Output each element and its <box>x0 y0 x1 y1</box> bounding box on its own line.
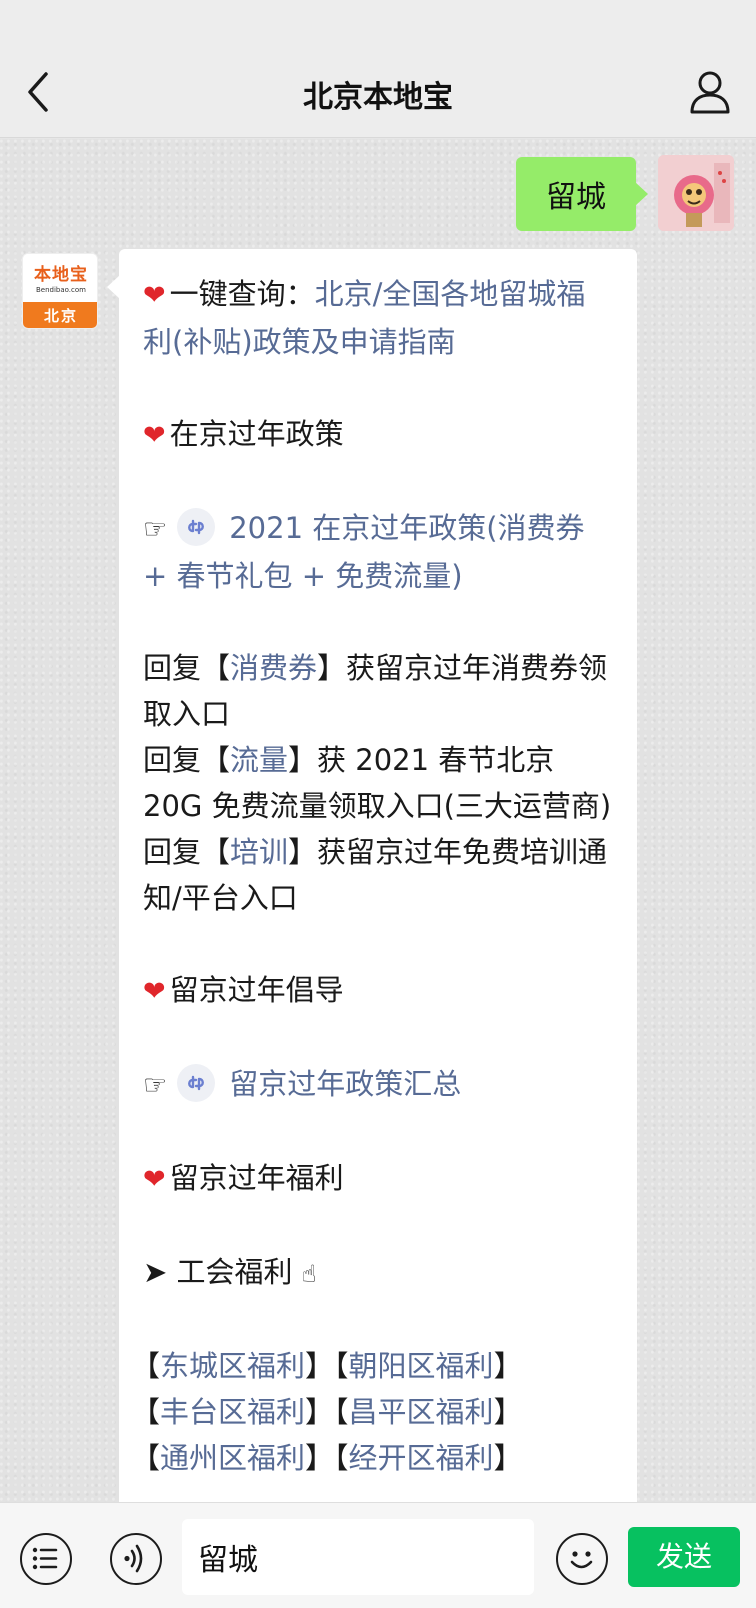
send-button[interactable]: 发送 <box>628 1527 740 1587</box>
message-line: ❤ 留京过年倡导 <box>143 967 613 1015</box>
link-district-welfare[interactable]: 通州区福利 <box>160 1441 305 1475</box>
message-line: ❤ 留京过年福利 <box>143 1155 613 1203</box>
chat-area[interactable]: 留城 本地宝 Bendibao.com 北京 ❤ 一键查询：北京/全国各地留城福利… <box>0 139 756 1502</box>
list-menu-icon <box>32 1547 58 1570</box>
keyword-data[interactable]: 流量 <box>230 743 288 777</box>
keyword-coupon[interactable]: 消费券 <box>230 651 317 685</box>
message-line: ❤ 在京过年政策 <box>143 411 613 459</box>
link-district-welfare[interactable]: 经开区福利 <box>349 1441 494 1475</box>
link-district-welfare[interactable]: 昌平区福利 <box>349 1395 494 1429</box>
message-line: 回复【消费券】获留京过年消费券领取入口 <box>143 645 613 737</box>
input-bar: 发送 <box>0 1502 756 1608</box>
message-text: 留京过年倡导 <box>169 973 344 1007</box>
pointing-hand-icon: ☞ <box>143 1070 168 1101</box>
message-line: 回复【培训】获留京过年免费培训通知/平台入口 <box>143 829 613 921</box>
mini-program-icon <box>177 1064 216 1102</box>
my-avatar[interactable] <box>658 155 734 231</box>
message-text: 留京过年福利 <box>169 1161 344 1195</box>
heart-icon: ❤ <box>143 420 166 451</box>
emoji-button[interactable] <box>556 1533 608 1585</box>
message-line: 回复【流量】获 2021 春节北京 20G 免费流量领取入口(三大运营商) <box>143 737 613 829</box>
chat-title: 北京本地宝 <box>303 80 453 115</box>
pointing-hand-icon: ☞ <box>143 514 168 545</box>
message-line: ☞ 2021 在京过年政策(消费券 + 春节礼包 + 免费流量) <box>143 505 613 599</box>
incoming-message-bubble: ❤ 一键查询：北京/全国各地留城福利(补贴)政策及申请指南 ❤ 在京过年政策 ☞ 20… <box>107 249 637 1502</box>
logo-brand-text: 本地宝 <box>34 265 88 285</box>
voice-icon <box>124 1544 143 1573</box>
district-row: 【东城区福利】【朝阳区福利】 <box>131 1349 523 1383</box>
logo-city-text: 北京 <box>23 302 97 328</box>
message-text: ➤ 工会福利 <box>143 1255 293 1289</box>
outgoing-message-bubble[interactable]: 留城 <box>516 157 648 231</box>
message-text: 回复【 <box>143 651 231 685</box>
voice-button[interactable] <box>110 1533 162 1585</box>
outgoing-message-text: 留城 <box>546 180 606 215</box>
cartoon-avatar-icon <box>658 155 734 231</box>
keyword-training[interactable]: 培训 <box>230 835 288 869</box>
official-account-avatar[interactable]: 本地宝 Bendibao.com 北京 <box>22 253 98 329</box>
logo-domain-text: Bendibao.com <box>35 286 86 294</box>
link-district-welfare[interactable]: 朝阳区福利 <box>349 1349 494 1383</box>
person-icon <box>690 71 730 114</box>
district-row: 【通州区福利】【经开区福利】 <box>131 1441 523 1475</box>
heart-icon: ❤ <box>143 1164 166 1195</box>
mini-program-icon <box>177 508 216 546</box>
message-text: 回复【 <box>143 835 231 869</box>
pointing-up-hand-icon: ☝ <box>301 1260 317 1288</box>
heart-icon: ❤ <box>143 976 166 1007</box>
link-policy-summary[interactable]: 留京过年政策汇总 <box>229 1067 461 1101</box>
menu-button[interactable] <box>20 1533 72 1585</box>
message-line: ❤ 一键查询：北京/全国各地留城福利(补贴)政策及申请指南 <box>143 271 613 365</box>
top-bar: 北京本地宝 <box>0 0 756 138</box>
message-line: ☞ 留京过年政策汇总 <box>143 1061 613 1109</box>
message-input[interactable] <box>182 1519 534 1595</box>
district-row: 【丰台区福利】【昌平区福利】 <box>131 1395 523 1429</box>
logo-top: 本地宝 Bendibao.com <box>23 254 97 302</box>
message-text: 一键查询： <box>169 277 315 311</box>
message-text: 在京过年政策 <box>169 417 344 451</box>
heart-icon: ❤ <box>143 280 166 311</box>
message-text: 回复【 <box>143 743 231 777</box>
profile-button[interactable] <box>686 68 734 116</box>
message-line: ➤ 工会福利 ☝ <box>143 1249 613 1297</box>
smiley-icon <box>570 1551 593 1569</box>
link-district-welfare[interactable]: 东城区福利 <box>160 1349 305 1383</box>
link-district-welfare[interactable]: 丰台区福利 <box>160 1395 305 1429</box>
